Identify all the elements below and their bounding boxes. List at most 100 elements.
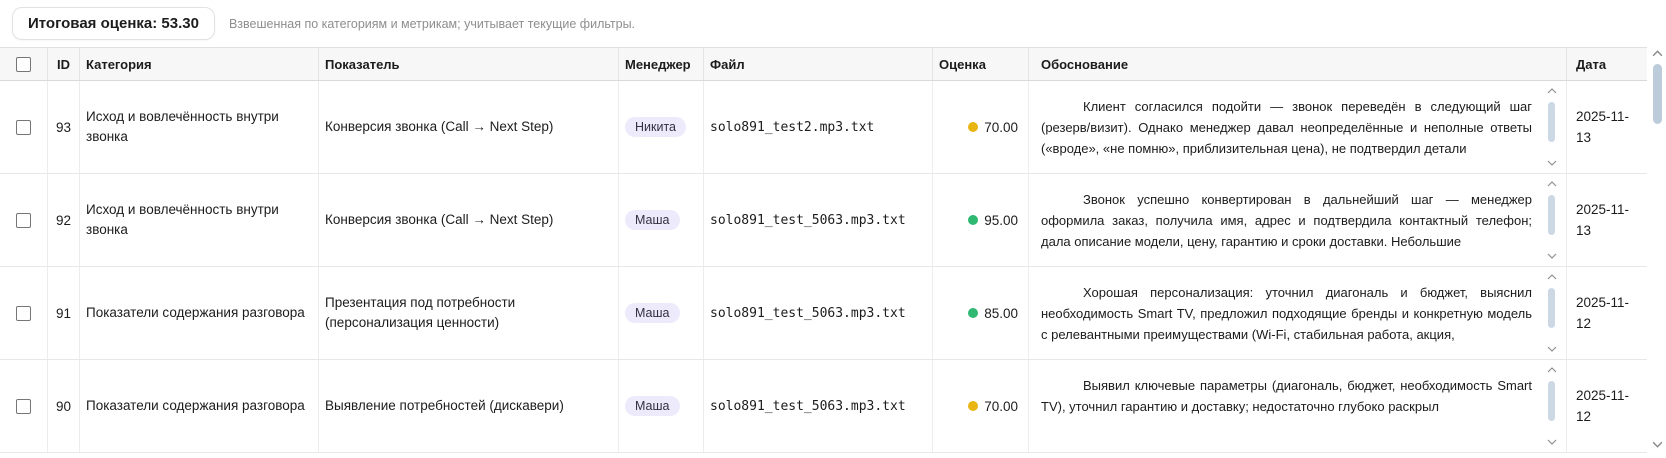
row-category: Исход и вовлечённость внутри звонка <box>86 200 312 240</box>
page-scrollbar-thumb[interactable] <box>1653 64 1662 124</box>
column-header-justification: Обоснование <box>1028 48 1566 80</box>
justification-text[interactable]: Звонок успешно конвертирован в дальнейши… <box>1041 189 1532 252</box>
row-score-cell: 70.00 <box>932 360 1028 452</box>
justification-scrollbar-thumb[interactable] <box>1548 288 1555 328</box>
score-value: 95.00 <box>984 213 1018 228</box>
scrollbar-down-icon[interactable] <box>1652 441 1663 448</box>
score-dot <box>968 122 978 132</box>
chevron-up-icon[interactable] <box>1547 88 1557 94</box>
table-row: 92 Исход и вовлечённость внутри звонка К… <box>0 174 1647 267</box>
row-date-cell: 2025-11-12 <box>1566 267 1647 359</box>
justification-text[interactable]: Выявил ключевые параметры (диагональ, бю… <box>1041 375 1532 438</box>
column-header-metric: Показатель <box>318 48 618 80</box>
row-checkbox[interactable] <box>16 306 31 321</box>
row-date: 2025-11-12 <box>1576 385 1640 427</box>
row-file-cell: solo891_test_5063.mp3.txt <box>703 267 932 359</box>
row-category: Показатели содержания разговора <box>86 303 305 323</box>
row-id: 91 <box>56 306 71 321</box>
row-manager-cell: Никита <box>618 81 703 173</box>
score-value: 85.00 <box>984 306 1018 321</box>
table-row: 93 Исход и вовлечённость внутри звонка К… <box>0 81 1647 174</box>
row-date: 2025-11-12 <box>1576 292 1640 334</box>
row-date-cell: 2025-11-13 <box>1566 174 1647 266</box>
row-checkbox-cell <box>0 267 47 359</box>
justification-scrollbar[interactable] <box>1546 367 1558 445</box>
column-header-score: Оценка <box>932 48 1028 80</box>
row-metric-cell: Конверсия звонка (Call → Next Step) <box>318 174 618 266</box>
row-checkbox[interactable] <box>16 120 31 135</box>
row-file-cell: solo891_test_5063.mp3.txt <box>703 174 932 266</box>
chevron-up-icon[interactable] <box>1547 274 1557 280</box>
table-body: 93 Исход и вовлечённость внутри звонка К… <box>0 81 1647 453</box>
row-date: 2025-11-13 <box>1576 199 1640 241</box>
row-justification-cell: Хорошая персонализация: уточнил диагонал… <box>1028 267 1566 359</box>
justification-text[interactable]: Клиент согласился подойти — звонок перев… <box>1041 96 1532 159</box>
row-metric-cell: Конверсия звонка (Call → Next Step) <box>318 81 618 173</box>
chevron-up-icon[interactable] <box>1547 367 1557 373</box>
row-category: Показатели содержания разговора <box>86 396 305 416</box>
justification-scrollbar[interactable] <box>1546 181 1558 259</box>
page-scrollbar[interactable] <box>1650 48 1665 450</box>
row-category-cell: Исход и вовлечённость внутри звонка <box>79 174 318 266</box>
manager-badge: Маша <box>625 303 680 323</box>
row-id-cell: 92 <box>47 174 79 266</box>
row-id: 90 <box>56 399 71 414</box>
row-category-cell: Показатели содержания разговора <box>79 267 318 359</box>
manager-badge: Маша <box>625 396 680 416</box>
row-metric: Презентация под потребности (персонализа… <box>325 293 612 333</box>
file-name: solo891_test_5063.mp3.txt <box>710 399 906 414</box>
file-name: solo891_test_5063.mp3.txt <box>710 306 906 321</box>
row-id: 92 <box>56 213 71 228</box>
row-date: 2025-11-13 <box>1576 106 1640 148</box>
manager-badge: Никита <box>625 117 686 137</box>
row-metric: Конверсия звонка (Call → Next Step) <box>325 210 553 230</box>
chevron-up-icon[interactable] <box>1547 181 1557 187</box>
table-row: 91 Показатели содержания разговора Презе… <box>0 267 1647 360</box>
row-score-cell: 95.00 <box>932 174 1028 266</box>
row-metric-cell: Презентация под потребности (персонализа… <box>318 267 618 359</box>
results-table: ID Категория Показатель Менеджер Файл Оц… <box>0 47 1647 453</box>
justification-scrollbar-thumb[interactable] <box>1548 381 1555 421</box>
score-dot <box>968 308 978 318</box>
justification-scrollbar[interactable] <box>1546 88 1558 166</box>
total-score-badge: Итоговая оценка: 53.30 <box>12 7 215 40</box>
row-id-cell: 90 <box>47 360 79 452</box>
row-metric: Выявление потребностей (дискавери) <box>325 396 564 416</box>
row-metric: Конверсия звонка (Call → Next Step) <box>325 117 553 137</box>
row-justification-cell: Клиент согласился подойти — звонок перев… <box>1028 81 1566 173</box>
justification-scrollbar[interactable] <box>1546 274 1558 352</box>
justification-scrollbar-thumb[interactable] <box>1548 102 1555 142</box>
chevron-down-icon[interactable] <box>1547 346 1557 352</box>
row-checkbox-cell <box>0 81 47 173</box>
header-checkbox-cell <box>0 48 47 80</box>
justification-text[interactable]: Хорошая персонализация: уточнил диагонал… <box>1041 282 1532 345</box>
row-metric-cell: Выявление потребностей (дискавери) <box>318 360 618 452</box>
score-dot <box>968 215 978 225</box>
chevron-down-icon[interactable] <box>1547 253 1557 259</box>
column-header-id: ID <box>47 48 79 80</box>
select-all-checkbox[interactable] <box>16 57 31 72</box>
chevron-down-icon[interactable] <box>1547 439 1557 445</box>
column-header-category: Категория <box>79 48 318 80</box>
row-id-cell: 91 <box>47 267 79 359</box>
row-manager-cell: Маша <box>618 267 703 359</box>
column-header-manager: Менеджер <box>618 48 703 80</box>
manager-badge: Маша <box>625 210 680 230</box>
row-category-cell: Исход и вовлечённость внутри звонка <box>79 81 318 173</box>
table-row: 90 Показатели содержания разговора Выявл… <box>0 360 1647 453</box>
column-header-date: Дата <box>1566 48 1647 80</box>
chevron-down-icon[interactable] <box>1547 160 1557 166</box>
row-id: 93 <box>56 120 71 135</box>
row-checkbox-cell <box>0 360 47 452</box>
score-value: 70.00 <box>984 120 1018 135</box>
score-dot <box>968 401 978 411</box>
row-checkbox[interactable] <box>16 213 31 228</box>
row-checkbox-cell <box>0 174 47 266</box>
scrollbar-up-icon[interactable] <box>1652 50 1663 57</box>
justification-scrollbar-thumb[interactable] <box>1548 195 1555 235</box>
row-category-cell: Показатели содержания разговора <box>79 360 318 452</box>
table-header: ID Категория Показатель Менеджер Файл Оц… <box>0 48 1647 81</box>
row-checkbox[interactable] <box>16 399 31 414</box>
row-date-cell: 2025-11-13 <box>1566 81 1647 173</box>
row-date-cell: 2025-11-12 <box>1566 360 1647 452</box>
